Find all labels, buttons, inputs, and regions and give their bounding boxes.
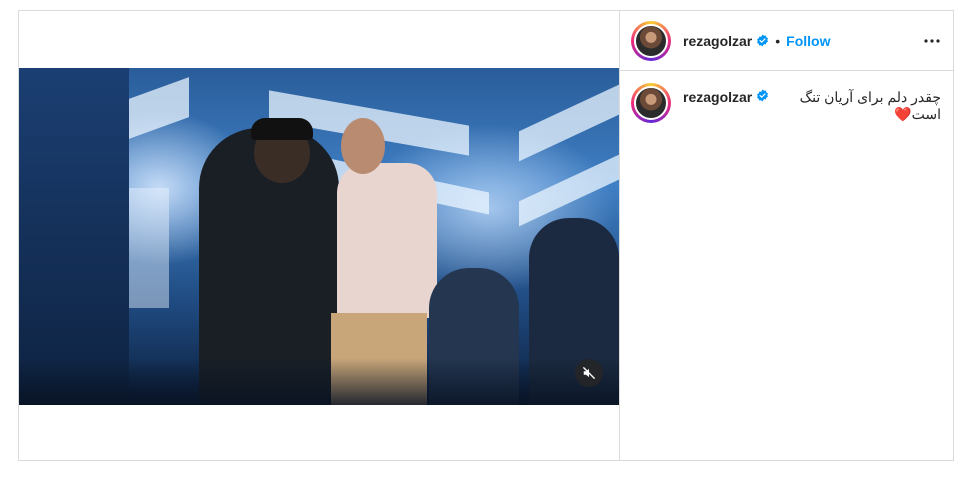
- avatar[interactable]: [631, 20, 671, 61]
- post-card: rezagolzar • Follow rezagolzar چقدر دلم …: [18, 10, 954, 461]
- separator-dot: •: [775, 32, 781, 49]
- sound-off-icon: [583, 367, 595, 379]
- post-media: [19, 11, 620, 460]
- post-header: rezagolzar • Follow: [619, 11, 953, 71]
- username-link[interactable]: rezagolzar: [683, 33, 752, 49]
- mute-button[interactable]: [575, 359, 603, 387]
- follow-button[interactable]: Follow: [786, 33, 830, 49]
- post-sidebar: rezagolzar • Follow rezagolzar چقدر دلم …: [619, 11, 953, 460]
- comment-avatar[interactable]: [631, 83, 671, 123]
- verified-badge-icon: [756, 34, 769, 47]
- comment-username[interactable]: rezagolzar: [683, 89, 752, 105]
- caption-comment: rezagolzar چقدر دلم برای آریان تنگ است❤️: [619, 71, 953, 123]
- caption-text: چقدر دلم برای آریان تنگ است❤️: [799, 89, 941, 122]
- verified-badge-icon: [756, 89, 769, 102]
- more-options-icon[interactable]: [923, 38, 941, 44]
- video-player[interactable]: [19, 68, 619, 405]
